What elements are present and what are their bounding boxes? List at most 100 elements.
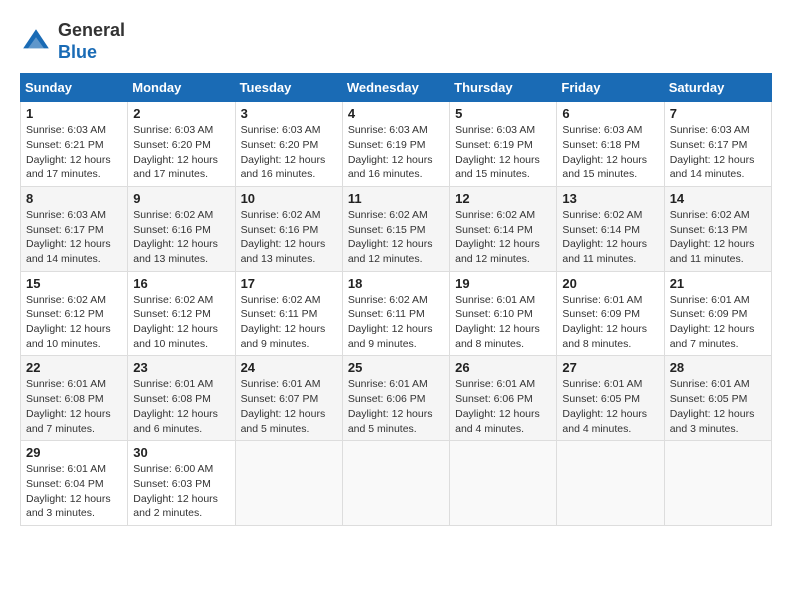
day-info: Sunrise: 6:02 AMSunset: 6:14 PMDaylight:… — [562, 208, 658, 267]
calendar-cell: 5 Sunrise: 6:03 AMSunset: 6:19 PMDaylight… — [450, 102, 557, 187]
day-number: 15 — [26, 276, 122, 291]
logo: General Blue — [20, 20, 125, 63]
calendar-cell: 30Sunrise: 6:00 AMSunset: 6:03 PMDayligh… — [128, 441, 235, 526]
calendar-cell: 18 Sunrise: 6:02 AMSunset: 6:11 PMDayligh… — [342, 271, 449, 356]
calendar-cell — [342, 441, 449, 526]
day-number: 10 — [241, 191, 337, 206]
day-number: 24 — [241, 360, 337, 375]
calendar-week-1: 8 Sunrise: 6:03 AMSunset: 6:17 PMDaylight… — [21, 186, 772, 271]
calendar-week-2: 15 Sunrise: 6:02 AMSunset: 6:12 PMDayligh… — [21, 271, 772, 356]
day-info: Sunrise: 6:01 AMSunset: 6:06 PMDaylight:… — [348, 377, 444, 436]
weekday-tuesday: Tuesday — [235, 74, 342, 102]
weekday-friday: Friday — [557, 74, 664, 102]
calendar-cell: 15Sunrise: 6:02 AMSunset: 6:12 PMDayligh… — [21, 271, 128, 356]
calendar-cell: 27Sunrise: 6:01 AMSunset: 6:05 PMDayligh… — [557, 356, 664, 441]
day-info: Sunrise: 6:01 AMSunset: 6:07 PMDaylight:… — [241, 377, 337, 436]
day-info: Sunrise: 6:01 AMSunset: 6:06 PMDaylight:… — [455, 377, 551, 436]
day-info: Sunrise: 6:01 AMSunset: 6:08 PMDaylight:… — [26, 377, 122, 436]
calendar-cell: 2Sunrise: 6:03 AMSunset: 6:20 PMDaylight… — [128, 102, 235, 187]
day-number: 26 — [455, 360, 551, 375]
calendar-week-3: 22 Sunrise: 6:01 AMSunset: 6:08 PMDayligh… — [21, 356, 772, 441]
calendar-cell: 13 Sunrise: 6:02 AMSunset: 6:14 PMDayligh… — [557, 186, 664, 271]
calendar-cell: 14 Sunrise: 6:02 AMSunset: 6:13 PMDayligh… — [664, 186, 771, 271]
calendar-cell: 29 Sunrise: 6:01 AMSunset: 6:04 PMDayligh… — [21, 441, 128, 526]
calendar-cell: 12Sunrise: 6:02 AMSunset: 6:14 PMDayligh… — [450, 186, 557, 271]
day-number: 16 — [133, 276, 229, 291]
calendar-cell: 16 Sunrise: 6:02 AMSunset: 6:12 PMDayligh… — [128, 271, 235, 356]
day-number: 27 — [562, 360, 658, 375]
calendar-cell: 1Sunrise: 6:03 AMSunset: 6:21 PMDaylight… — [21, 102, 128, 187]
calendar-cell: 17Sunrise: 6:02 AMSunset: 6:11 PMDayligh… — [235, 271, 342, 356]
weekday-saturday: Saturday — [664, 74, 771, 102]
day-info: Sunrise: 6:01 AMSunset: 6:09 PMDaylight:… — [562, 293, 658, 352]
logo-icon — [20, 26, 52, 58]
day-number: 14 — [670, 191, 766, 206]
logo-general: General — [58, 20, 125, 40]
day-info: Sunrise: 6:01 AMSunset: 6:10 PMDaylight:… — [455, 293, 551, 352]
day-number: 18 — [348, 276, 444, 291]
calendar-cell: 8 Sunrise: 6:03 AMSunset: 6:17 PMDaylight… — [21, 186, 128, 271]
day-info: Sunrise: 6:02 AMSunset: 6:11 PMDaylight:… — [348, 293, 444, 352]
calendar-cell: 4 Sunrise: 6:03 AMSunset: 6:19 PMDaylight… — [342, 102, 449, 187]
day-number: 4 — [348, 106, 444, 121]
day-number: 1 — [26, 106, 122, 121]
day-number: 19 — [455, 276, 551, 291]
calendar-cell: 26 Sunrise: 6:01 AMSunset: 6:06 PMDayligh… — [450, 356, 557, 441]
calendar-cell — [557, 441, 664, 526]
calendar-week-4: 29 Sunrise: 6:01 AMSunset: 6:04 PMDayligh… — [21, 441, 772, 526]
day-number: 17 — [241, 276, 337, 291]
day-info: Sunrise: 6:03 AMSunset: 6:19 PMDaylight:… — [455, 123, 551, 182]
calendar-cell: 24 Sunrise: 6:01 AMSunset: 6:07 PMDayligh… — [235, 356, 342, 441]
day-info: Sunrise: 6:03 AMSunset: 6:17 PMDaylight:… — [670, 123, 766, 182]
weekday-sunday: Sunday — [21, 74, 128, 102]
calendar-cell — [450, 441, 557, 526]
day-number: 13 — [562, 191, 658, 206]
day-number: 12 — [455, 191, 551, 206]
calendar-cell: 28Sunrise: 6:01 AMSunset: 6:05 PMDayligh… — [664, 356, 771, 441]
calendar-header: SundayMondayTuesdayWednesdayThursdayFrid… — [21, 74, 772, 102]
day-info: Sunrise: 6:03 AMSunset: 6:17 PMDaylight:… — [26, 208, 122, 267]
calendar-cell: 11 Sunrise: 6:02 AMSunset: 6:15 PMDayligh… — [342, 186, 449, 271]
day-info: Sunrise: 6:02 AMSunset: 6:13 PMDaylight:… — [670, 208, 766, 267]
weekday-header-row: SundayMondayTuesdayWednesdayThursdayFrid… — [21, 74, 772, 102]
logo-blue: Blue — [58, 42, 97, 62]
day-number: 3 — [241, 106, 337, 121]
day-number: 22 — [26, 360, 122, 375]
day-info: Sunrise: 6:02 AMSunset: 6:16 PMDaylight:… — [241, 208, 337, 267]
day-number: 2 — [133, 106, 229, 121]
day-number: 7 — [670, 106, 766, 121]
page-header: General Blue — [20, 20, 772, 63]
day-info: Sunrise: 6:02 AMSunset: 6:16 PMDaylight:… — [133, 208, 229, 267]
calendar-body: 1Sunrise: 6:03 AMSunset: 6:21 PMDaylight… — [21, 102, 772, 526]
weekday-monday: Monday — [128, 74, 235, 102]
day-number: 21 — [670, 276, 766, 291]
day-info: Sunrise: 6:03 AMSunset: 6:18 PMDaylight:… — [562, 123, 658, 182]
calendar-cell: 22 Sunrise: 6:01 AMSunset: 6:08 PMDayligh… — [21, 356, 128, 441]
calendar-cell — [235, 441, 342, 526]
day-number: 9 — [133, 191, 229, 206]
day-info: Sunrise: 6:01 AMSunset: 6:04 PMDaylight:… — [26, 462, 122, 521]
day-info: Sunrise: 6:03 AMSunset: 6:19 PMDaylight:… — [348, 123, 444, 182]
day-number: 20 — [562, 276, 658, 291]
weekday-thursday: Thursday — [450, 74, 557, 102]
calendar-cell: 21Sunrise: 6:01 AMSunset: 6:09 PMDayligh… — [664, 271, 771, 356]
calendar-cell: 9 Sunrise: 6:02 AMSunset: 6:16 PMDaylight… — [128, 186, 235, 271]
day-info: Sunrise: 6:02 AMSunset: 6:12 PMDaylight:… — [133, 293, 229, 352]
calendar-cell: 19 Sunrise: 6:01 AMSunset: 6:10 PMDayligh… — [450, 271, 557, 356]
day-number: 6 — [562, 106, 658, 121]
day-number: 29 — [26, 445, 122, 460]
day-number: 23 — [133, 360, 229, 375]
day-number: 5 — [455, 106, 551, 121]
calendar-cell: 6 Sunrise: 6:03 AMSunset: 6:18 PMDaylight… — [557, 102, 664, 187]
day-number: 28 — [670, 360, 766, 375]
calendar-cell: 10 Sunrise: 6:02 AMSunset: 6:16 PMDayligh… — [235, 186, 342, 271]
calendar-cell: 7 Sunrise: 6:03 AMSunset: 6:17 PMDaylight… — [664, 102, 771, 187]
day-number: 30 — [133, 445, 229, 460]
day-info: Sunrise: 6:02 AMSunset: 6:15 PMDaylight:… — [348, 208, 444, 267]
day-number: 11 — [348, 191, 444, 206]
calendar-cell: 20 Sunrise: 6:01 AMSunset: 6:09 PMDayligh… — [557, 271, 664, 356]
day-number: 25 — [348, 360, 444, 375]
day-info: Sunrise: 6:03 AMSunset: 6:20 PMDaylight:… — [241, 123, 337, 182]
day-number: 8 — [26, 191, 122, 206]
calendar-cell: 25 Sunrise: 6:01 AMSunset: 6:06 PMDayligh… — [342, 356, 449, 441]
